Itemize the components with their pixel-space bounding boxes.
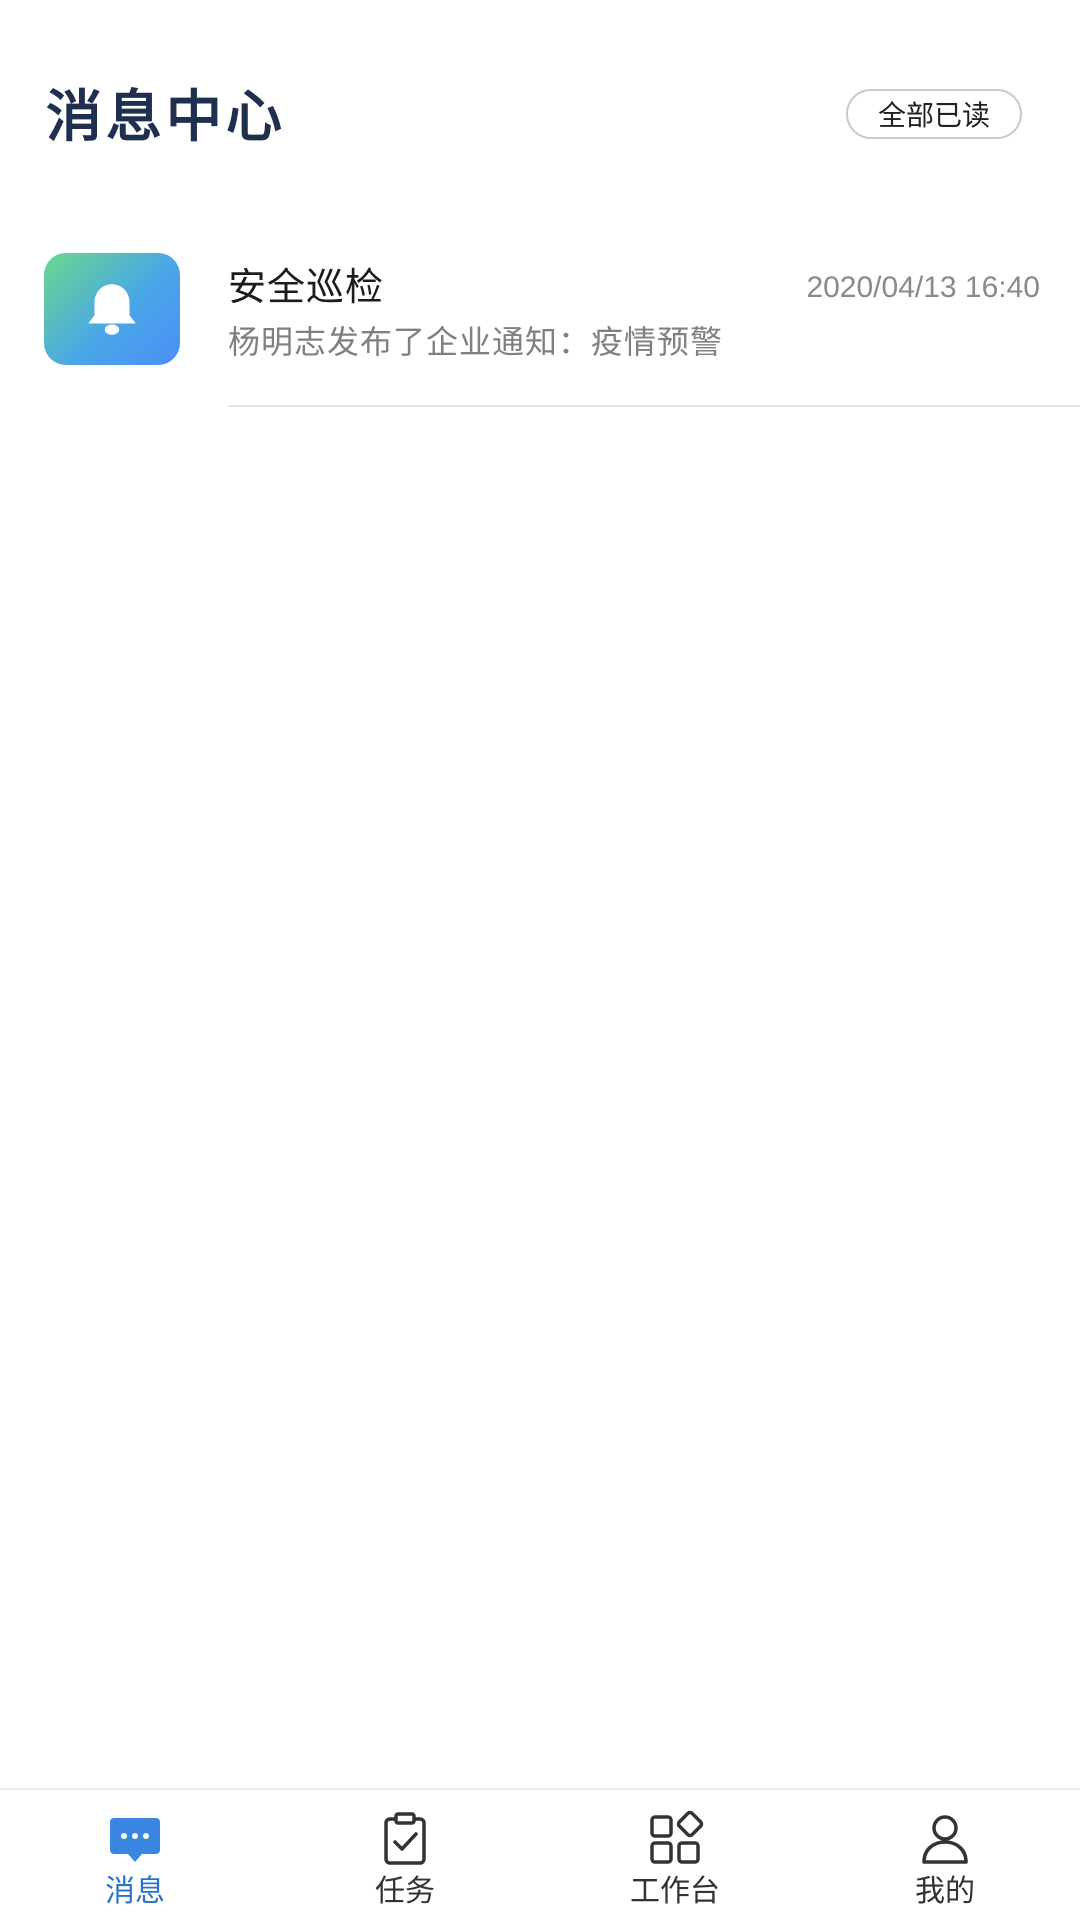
clipboard-check-icon: [374, 1808, 436, 1870]
mark-all-read-button[interactable]: 全部已读: [846, 89, 1022, 139]
divider: [228, 405, 1080, 407]
message-title: 安全巡检: [228, 265, 385, 309]
user-icon: [914, 1808, 976, 1870]
tab-profile[interactable]: 我的: [810, 1790, 1080, 1922]
tab-label: 我的: [915, 1874, 975, 1909]
tab-messages[interactable]: 消息: [0, 1790, 270, 1922]
tab-workbench[interactable]: 工作台: [540, 1790, 810, 1922]
bell-icon: [44, 253, 180, 365]
bottom-tab-bar: 消息 任务 工作台 我的: [0, 1788, 1080, 1922]
apps-grid-icon: [644, 1808, 706, 1870]
message-preview: 杨明志发布了企业通知：疫情预警: [228, 323, 724, 361]
tab-label: 工作台: [630, 1874, 720, 1909]
page-title: 消息中心: [46, 85, 286, 150]
tab-label: 任务: [375, 1874, 435, 1909]
message-timestamp: 2020/04/13 16:40: [806, 271, 1040, 304]
tab-label: 消息: [105, 1874, 165, 1909]
message-list-item[interactable]: 安全巡检 2020/04/13 16:40 杨明志发布了企业通知：疫情预警: [0, 230, 1080, 407]
tab-tasks[interactable]: 任务: [270, 1790, 540, 1922]
chat-bubble-icon: [104, 1808, 166, 1870]
